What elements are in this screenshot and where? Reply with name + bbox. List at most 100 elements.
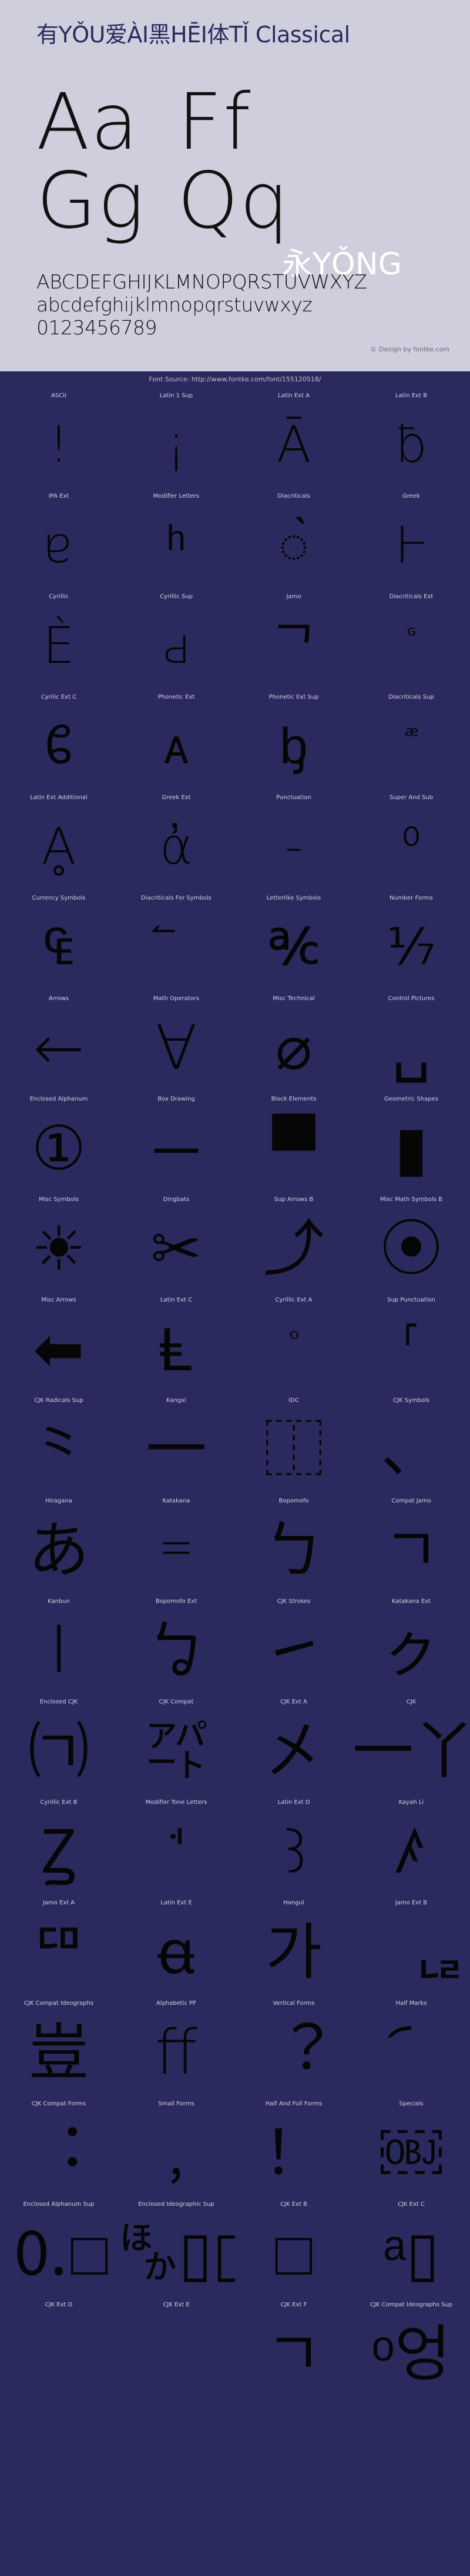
unicode-block-cell[interactable]: Greek Ͱ (352, 491, 470, 591)
unicode-block-cell[interactable]: CJK Ext E ▯𫠠《 (118, 2299, 235, 2400)
unicode-block-cell[interactable]: Hiragana あ (0, 1495, 118, 1596)
unicode-block-cell[interactable]: Hangul 가 (235, 1897, 352, 1998)
unicode-block-cell[interactable]: Box Drawing ─ (118, 1094, 235, 1194)
unicode-block-cell[interactable]: CJK Ext D 𫝀《 (0, 2299, 118, 2400)
unicode-block-cell[interactable]: CJK Ext C 𪜀ᵃ▯ (352, 2199, 470, 2299)
unicode-block-cell[interactable]: Sup Punctuation ⸢ (352, 1294, 470, 1395)
unicode-block-cell[interactable]: Kayah Li ꤰ (352, 1797, 470, 1897)
unicode-block-glyph: ㇰ (352, 1606, 470, 1695)
unicode-block-label: Number Forms (352, 895, 470, 902)
unicode-block-cell[interactable]: Small Forms ﹐ (118, 2098, 235, 2199)
unicode-block-cell[interactable]: Cyrillic Ext Aⷪ (235, 1294, 352, 1395)
unicode-block-cell[interactable]: Half Marks︠ (352, 1998, 470, 2098)
unicode-block-cell[interactable]: Phonetic Ext Sup ᶀ (235, 692, 352, 792)
unicode-block-cell[interactable]: CJK Radicals Sup ⺀ (0, 1395, 118, 1495)
unicode-block-cell[interactable]: CJK Compat ㌀ (118, 1696, 235, 1797)
unicode-block-cell[interactable]: Bopomofo Ext ㆠ (118, 1596, 235, 1696)
unicode-block-cell[interactable]: Cyrilic Ext C ᲀ (0, 692, 118, 792)
unicode-block-glyph: ㄱ (352, 1506, 470, 1594)
unicode-block-cell[interactable]: Latin Ext B ƀ (352, 390, 470, 491)
unicode-block-cell[interactable]: Compat Jamo ㄱ (352, 1495, 470, 1596)
unicode-block-cell[interactable]: Arrows ← (0, 993, 118, 1094)
unicode-block-cell[interactable]: Enclosed Ideographic Sup 🈀▯▯ (118, 2199, 235, 2299)
unicode-block-cell[interactable]: Dingbats ✂ (118, 1194, 235, 1294)
unicode-block-cell[interactable]: Half And Full Forms ！ (235, 2098, 352, 2199)
unicode-block-cell[interactable]: Math Operators ∀ (118, 993, 235, 1094)
unicode-block-cell[interactable]: Number Forms ⅐ (352, 893, 470, 993)
unicode-block-label: Phonetic Ext (118, 694, 235, 701)
unicode-block-cell[interactable]: Latin 1 Sup ¡ (118, 390, 235, 491)
unicode-block-cell[interactable]: CJK Ext A 㐅 (235, 1696, 352, 1797)
unicode-block-label: Dingbats (118, 1196, 235, 1203)
unicode-block-cell[interactable]: CJK Ext F 𬺰ㄱ (235, 2299, 352, 2400)
unicode-block-cell[interactable]: Control Pictures ␣ (352, 993, 470, 1094)
unicode-block-glyph: ‐ (235, 803, 352, 891)
unicode-block-label: Super And Sub (352, 794, 470, 801)
unicode-block-cell[interactable]: Jamo Ext A ꥠ (0, 1897, 118, 1998)
unicode-block-cell[interactable]: Misc Arrows ⬅ (0, 1294, 118, 1395)
unicode-block-cell[interactable]: CJK Compat Forms ︓ (0, 2098, 118, 2199)
unicode-block-cell[interactable]: Latin Ext E ꬰ (118, 1897, 235, 1998)
unicode-block-cell[interactable]: IPA Ext ɐ (0, 491, 118, 591)
unicode-block-cell[interactable]: Latin Ext C Ⱡ (118, 1294, 235, 1395)
unicode-block-cell[interactable]: Enclosed Alphanum Sup 🄀□ (0, 2199, 118, 2299)
unicode-block-cell[interactable]: CJK Symbols 、 (352, 1395, 470, 1495)
unicode-block-row: CJK Compat Forms ︓ Small Forms ﹐ Half And Fu… (0, 2098, 470, 2199)
unicode-block-label: Misc Math Symbols B (352, 1196, 470, 1203)
unicode-block-cell[interactable]: Bopomofo ㄅ (235, 1495, 352, 1596)
unicode-block-cell[interactable]: IDC ⿰ (235, 1395, 352, 1495)
unicode-block-cell[interactable]: Enclosed CJK ㈀ (0, 1696, 118, 1797)
unicode-block-cell[interactable]: Katakana Ext ㇰ (352, 1596, 470, 1696)
unicode-block-cell[interactable]: CJK Strokes ㇀ (235, 1596, 352, 1696)
unicode-block-cell[interactable]: Alphabetic PF ﬀ (118, 1998, 235, 2098)
unicode-block-cell[interactable]: CJK Compat Ideographs 豈 (0, 1998, 118, 2098)
unicode-block-cell[interactable]: Cyrillic Ѐ (0, 591, 118, 692)
unicode-block-cell[interactable]: Modifier Letters ʰ (118, 491, 235, 591)
unicode-block-cell[interactable]: Letterlike Symbols ℀ (235, 893, 352, 993)
unicode-block-cell[interactable]: Misc Symbols ☀ (0, 1194, 118, 1294)
unicode-block-cell[interactable]: Kangxi ⼀ (118, 1395, 235, 1495)
font-source-link[interactable]: Font Source: http://www.fontke.com/font/… (0, 375, 470, 383)
unicode-block-cell[interactable]: Diacriticals Supᷔ (352, 692, 470, 792)
unicode-block-row: CJK Ext D 𫝀《 CJK Ext E ▯𫠠《 CJK Ext F 𬺰ㄱ CJK Co… (0, 2299, 470, 2400)
unicode-block-cell[interactable]: Diacriticals ◌̀ (235, 491, 352, 591)
unicode-block-glyph: ◌̀ (235, 501, 352, 589)
unicode-block-cell[interactable]: Currency Symbols ₠ (0, 893, 118, 993)
unicode-block-cell[interactable]: Sup Arrows B ⤴ (235, 1194, 352, 1294)
unicode-block-cell[interactable]: Katakana ゠ (118, 1495, 235, 1596)
unicode-block-cell[interactable]: Misc Technical ⌀ (235, 993, 352, 1094)
unicode-block-glyph: ꥠ (0, 1908, 118, 1996)
unicode-block-cell[interactable]: Misc Math Symbols B ⦿ (352, 1194, 470, 1294)
unicode-block-glyph: Ⱡ (118, 1305, 235, 1393)
unicode-block-cell[interactable]: CJK Ext B □𠀀▯ (235, 2199, 352, 2299)
unicode-block-cell[interactable]: Kanbun ㆐ (0, 1596, 118, 1696)
unicode-block-cell[interactable]: Latin Ext D Ꜣ (235, 1797, 352, 1897)
unicode-block-glyph: ƀ (352, 401, 470, 489)
unicode-block-cell[interactable]: Punctuation ‐ (235, 792, 352, 893)
unicode-block-cell[interactable]: CJK Compat Ideographs Sup ᵒ엉 (352, 2299, 470, 2400)
unicode-block-cell[interactable]: Cyrillic Sup ԁ (118, 591, 235, 692)
unicode-block-cell[interactable]: CJK 一丫 (352, 1696, 470, 1797)
unicode-block-cell[interactable]: Geometric Shapes ▮ (352, 1094, 470, 1194)
unicode-block-cell[interactable]: Specials ￼ (352, 2098, 470, 2199)
unicode-block-cell[interactable]: Greek Ext ἀ (118, 792, 235, 893)
unicode-block-cell[interactable]: Jamo ᄀ (235, 591, 352, 692)
unicode-block-cell[interactable]: Cyrillic Ext B Ꙁ (0, 1797, 118, 1897)
unicode-block-cell[interactable]: Jamo Ext B ᅠퟋ (352, 1897, 470, 1998)
unicode-block-cell[interactable]: Diacriticals Extᷛ (352, 591, 470, 692)
unicode-block-cell[interactable]: Enclosed Alphanum ① (0, 1094, 118, 1194)
unicode-block-glyph: ᵒ엉 (352, 2310, 470, 2398)
unicode-block-glyph: ⺀ (0, 1406, 118, 1494)
unicode-block-cell[interactable]: Diacriticals For Symbols⃐ (118, 893, 235, 993)
unicode-block-cell[interactable]: Block Elements ▀ (235, 1094, 352, 1194)
unicode-block-cell[interactable]: Latin Ext Additional Ḁ (0, 792, 118, 893)
unicode-block-cell[interactable]: Phonetic Ext ᴀ (118, 692, 235, 792)
unicode-block-cell[interactable]: Latin Ext A Ā (235, 390, 352, 491)
font-specimen-page: 有YǑU爱ÀI黑HĒI体TǏ Classical Aa Ff Gg Qq 永YǑ… (0, 0, 470, 2576)
unicode-block-cell[interactable]: ASCII! (0, 390, 118, 491)
unicode-block-cell[interactable]: Vertical Forms ︖ (235, 1998, 352, 2098)
unicode-block-label: Hiragana (0, 1498, 118, 1505)
unicode-block-cell[interactable]: Modifier Tone Lettersꜗ (118, 1797, 235, 1897)
unicode-block-glyph: 𫝀《 (0, 2310, 118, 2398)
unicode-block-cell[interactable]: Super And Sub ⁰ (352, 792, 470, 893)
